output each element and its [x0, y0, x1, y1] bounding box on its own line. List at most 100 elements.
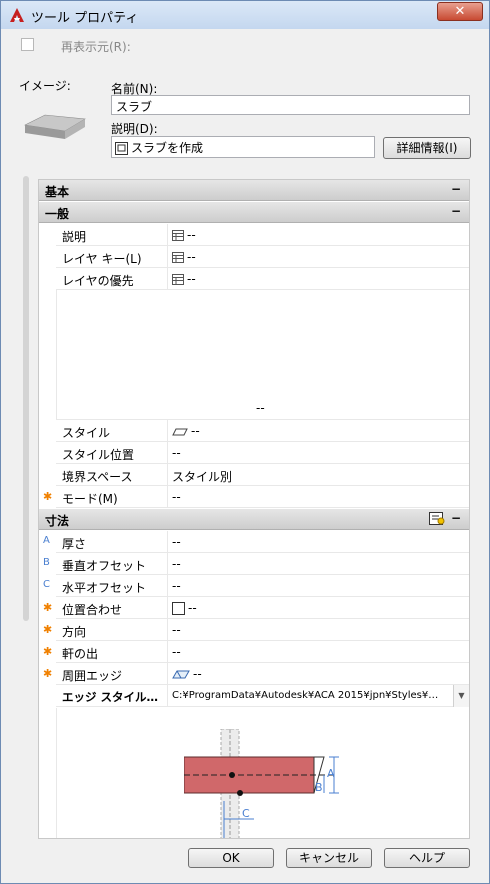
property-name: 方向	[56, 619, 168, 641]
property-value[interactable]: --	[169, 420, 469, 442]
dimension-b-icon: B	[43, 557, 50, 568]
description-label: 説明(D):	[111, 122, 158, 136]
property-row-horizontal-offset[interactable]: C 水平オフセット --	[39, 575, 469, 597]
row-gutter	[39, 246, 56, 268]
name-input[interactable]: スラブ	[111, 95, 470, 115]
table-icon	[172, 252, 184, 263]
asterisk-icon: ✱	[43, 490, 53, 503]
cancel-button[interactable]: キャンセル	[286, 848, 372, 868]
property-row-style-location[interactable]: スタイル位置 --	[39, 442, 469, 464]
row-gutter: ✱	[39, 641, 56, 663]
category-dimensions[interactable]: 寸法 −	[39, 509, 469, 530]
details-button[interactable]: 詳細情報(I)	[383, 137, 471, 159]
refresh-checkbox[interactable]	[21, 38, 34, 51]
property-name: 境界スペース	[56, 464, 168, 486]
chevron-down-icon[interactable]: ▼	[453, 685, 469, 707]
ok-button[interactable]: OK	[188, 848, 274, 868]
property-value-text: --	[187, 272, 196, 286]
property-name: 位置合わせ	[56, 597, 168, 619]
preview-label-b: B	[315, 781, 323, 794]
category-basic-label: 基本	[45, 185, 70, 199]
collapse-dimensions-icon[interactable]: −	[451, 511, 461, 525]
property-value[interactable]: スタイル別	[169, 464, 469, 486]
collapse-general-icon[interactable]: −	[451, 204, 461, 218]
row-gutter: C	[39, 575, 56, 597]
property-value[interactable]: --	[169, 246, 469, 268]
property-value[interactable]: --	[169, 553, 469, 575]
empty-area-value: --	[256, 401, 265, 415]
row-gutter	[39, 224, 56, 246]
property-name: 水平オフセット	[56, 575, 168, 597]
description-value: スラブを作成	[131, 141, 204, 155]
property-row-layer-override[interactable]: レイヤの優先 --	[39, 268, 469, 290]
description-input[interactable]: スラブを作成	[111, 136, 375, 158]
row-gutter: ✱	[39, 486, 56, 508]
property-row-bound-spaces[interactable]: 境界スペース スタイル別	[39, 464, 469, 486]
help-button[interactable]: ヘルプ	[384, 848, 470, 868]
property-row-vertical-offset[interactable]: B 垂直オフセット --	[39, 553, 469, 575]
property-value[interactable]: --	[169, 486, 469, 508]
property-row-mode[interactable]: ✱ モード(M) --	[39, 486, 469, 508]
property-value[interactable]: --	[169, 442, 469, 464]
property-row-edge-style[interactable]: エッジ スタイル… C:¥ProgramData¥Autodesk¥ACA 20…	[39, 685, 469, 707]
collapse-basic-icon[interactable]: −	[451, 182, 461, 196]
refresh-label: 再表示元(R):	[61, 40, 131, 54]
property-value-text: --	[193, 667, 202, 681]
dimension-c-icon: C	[43, 579, 50, 590]
property-value[interactable]: --	[169, 224, 469, 246]
description-edit-icon	[115, 142, 128, 155]
edge-style-dropdown[interactable]: C:¥ProgramData¥Autodesk¥ACA 2015¥jpn¥Sty…	[169, 685, 469, 707]
property-name: 厚さ	[56, 531, 168, 553]
property-value[interactable]: --	[169, 575, 469, 597]
property-name: レイヤ キー(L)	[56, 246, 168, 268]
property-row-justify[interactable]: ✱ 位置合わせ --	[39, 597, 469, 619]
property-row-perimeter-edges[interactable]: ✱ 周囲エッジ --	[39, 663, 469, 685]
table-icon	[172, 274, 184, 285]
close-button[interactable]: ✕	[437, 2, 483, 21]
property-name: 垂直オフセット	[56, 553, 168, 575]
property-name: エッジ スタイル…	[56, 685, 168, 707]
property-value-text: --	[187, 250, 196, 264]
edge-style-value: C:¥ProgramData¥Autodesk¥ACA 2015¥jpn¥Sty…	[172, 690, 439, 701]
property-value[interactable]: --	[169, 663, 469, 685]
quick-pick-icon[interactable]	[429, 512, 445, 526]
property-value-text: --	[191, 424, 200, 438]
tool-properties-dialog: ツール プロパティ ✕ 再表示元(R): イメージ: 名前(N): スラブ 説明…	[0, 0, 490, 884]
category-basic[interactable]: 基本 −	[39, 180, 469, 201]
property-row-overhang[interactable]: ✱ 軒の出 --	[39, 641, 469, 663]
row-gutter	[39, 464, 56, 486]
property-name: 周囲エッジ	[56, 663, 168, 685]
empty-property-area: --	[56, 290, 469, 420]
property-row-description[interactable]: 説明 --	[39, 224, 469, 246]
image-label: イメージ:	[19, 79, 71, 93]
title-bar[interactable]: ツール プロパティ ✕	[1, 1, 489, 29]
property-value[interactable]: --	[169, 619, 469, 641]
row-gutter: B	[39, 553, 56, 575]
property-row-direction[interactable]: ✱ 方向 --	[39, 619, 469, 641]
row-gutter	[39, 420, 56, 442]
property-name: レイヤの優先	[56, 268, 168, 290]
slab-thumbnail-icon[interactable]	[21, 109, 87, 143]
asterisk-icon: ✱	[43, 667, 53, 680]
category-general[interactable]: 一般 −	[39, 202, 469, 223]
table-icon	[172, 230, 184, 241]
preview-label-c: C	[242, 807, 250, 820]
property-value[interactable]: --	[169, 531, 469, 553]
palette-scroll-strip[interactable]	[23, 176, 29, 621]
property-value[interactable]: --	[169, 641, 469, 663]
property-row-style[interactable]: スタイル --	[39, 420, 469, 442]
slab-preview-diagram: A B C	[184, 729, 339, 838]
justify-box-icon	[172, 602, 185, 615]
property-row-layer-key[interactable]: レイヤ キー(L) --	[39, 246, 469, 268]
property-row-thickness[interactable]: A 厚さ --	[39, 531, 469, 553]
property-value[interactable]: --	[169, 268, 469, 290]
property-name: スタイル位置	[56, 442, 168, 464]
property-value-text: --	[187, 228, 196, 242]
edge-icon	[172, 670, 190, 679]
asterisk-icon: ✱	[43, 645, 53, 658]
row-gutter: ✱	[39, 597, 56, 619]
property-value-text: --	[188, 601, 197, 615]
row-gutter: A	[39, 531, 56, 553]
property-value[interactable]: --	[169, 597, 469, 619]
row-gutter	[39, 442, 56, 464]
